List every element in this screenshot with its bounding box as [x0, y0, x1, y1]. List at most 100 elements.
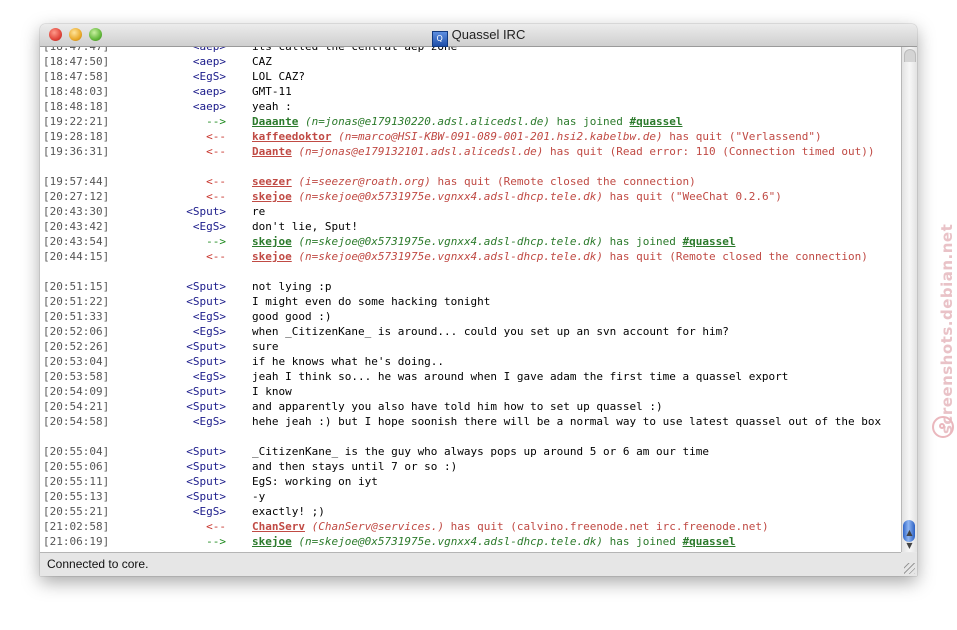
nick-link[interactable]: kaffeedoktor — [252, 130, 331, 143]
nick-link[interactable]: Daaante — [252, 115, 298, 128]
sender-nick[interactable]: <EgS> — [193, 414, 226, 429]
main-window: QQuassel IRC [18:47:47] <aep> its called t… — [40, 24, 917, 576]
timestamp: [20:53:58] — [43, 370, 110, 383]
message-text: skejoe (n=skejoe@0x5731975e.vgnxx4.adsl-… — [252, 234, 892, 249]
message-text: hehe jeah :) but I hope soonish there wi… — [252, 415, 882, 428]
message-text: skejoe (n=skejoe@0x5731975e.vgnxx4.adsl-… — [252, 534, 892, 549]
message-text: jeah I think so... he was around when I … — [252, 370, 789, 383]
sender-nick[interactable]: <Sput> — [186, 354, 226, 369]
nick-link[interactable]: skejoe — [252, 235, 292, 248]
window-title-group: Q Quassel IRC — [40, 27, 917, 47]
message-text: if he knows what he's doing.. — [252, 355, 445, 368]
scroll-up-arrow-icon[interactable]: ▲ — [902, 526, 917, 539]
timestamp: [20:51:15] — [43, 280, 110, 293]
timestamp: [20:43:42] — [43, 220, 110, 233]
message-text: and apparently you also have told him ho… — [252, 400, 663, 413]
chat-line: [21:06:19] --> skejoe (n=skejoe@0x5731975e… — [40, 534, 901, 549]
sender-nick[interactable]: <aep> — [193, 84, 226, 99]
sender-nick[interactable]: <aep> — [193, 47, 226, 54]
sender-nick[interactable]: <EgS> — [193, 504, 226, 519]
timestamp: [19:57:44] — [43, 175, 110, 188]
channel-link[interactable]: #quassel — [683, 535, 736, 548]
message-text: its called the central aep zone — [252, 47, 892, 54]
sender-nick[interactable]: <Sput> — [186, 279, 226, 294]
chat-line: [20:54:58] <EgS> hehe jeah :) but I hope s… — [40, 414, 901, 444]
timestamp: [19:28:18] — [43, 130, 110, 143]
event-action: has quit (calvino.freenode.net irc.freen… — [444, 520, 769, 533]
message-text: Daante (n=jonas@e179132101.adsl.alicedsl… — [252, 144, 892, 159]
channel-link[interactable]: #quassel — [683, 235, 736, 248]
chat-line: [19:57:44] <-- seezer (i=seezer@roath.org)… — [40, 174, 901, 189]
timestamp: [20:55:21] — [43, 505, 110, 518]
sender-nick[interactable]: <Sput> — [186, 474, 226, 489]
sender-nick[interactable]: <EgS> — [193, 369, 226, 384]
timestamp: [20:54:21] — [43, 400, 110, 413]
hostmask: (n=skejoe@0x5731975e.vgnxx4.adsl-dhcp.te… — [298, 235, 604, 248]
join-arrow-icon: --> — [206, 115, 226, 128]
chat-view[interactable]: [18:47:47] <aep> its called the central ae… — [40, 47, 901, 553]
sender-nick[interactable]: <EgS> — [193, 309, 226, 324]
quassel-app-icon: Q — [431, 31, 448, 47]
chat-line: [18:48:03] <aep> GMT-11 — [40, 84, 901, 99]
event-action: has quit ("Verlassend") — [662, 130, 822, 143]
sender-nick[interactable]: <Sput> — [186, 204, 226, 219]
event-action: has joined — [603, 535, 683, 548]
sender-nick[interactable]: <EgS> — [193, 324, 226, 339]
message-text: skejoe (n=skejoe@0x5731975e.vgnxx4.adsl-… — [252, 189, 892, 204]
scroll-down-arrow-icon[interactable]: ▼ — [902, 539, 917, 552]
sender-nick[interactable]: <aep> — [193, 99, 226, 114]
message-text: LOL CAZ? — [252, 70, 305, 83]
chat-line: [20:53:58] <EgS> jeah I think so... he was… — [40, 369, 901, 384]
timestamp: [20:52:06] — [43, 325, 110, 338]
timestamp: [21:02:58] — [43, 520, 110, 533]
message-text: _CitizenKane_ is the guy who always pops… — [252, 445, 709, 458]
chat-line: [20:51:22] <Sput> I might even do some hac… — [40, 294, 901, 309]
quit-arrow-icon: <-- — [206, 175, 226, 188]
timestamp: [20:44:15] — [43, 250, 110, 263]
sender-nick[interactable]: <Sput> — [186, 459, 226, 474]
hostmask: (ChanServ@services.) — [311, 520, 445, 533]
sender-nick[interactable]: <Sput> — [186, 489, 226, 504]
timestamp: [20:54:58] — [43, 415, 110, 428]
nick-link[interactable]: seezer — [252, 175, 292, 188]
nick-link[interactable]: skejoe — [252, 535, 292, 548]
channel-link[interactable]: #quassel — [630, 115, 683, 128]
chat-line: [20:43:30] <Sput> re — [40, 204, 901, 219]
timestamp: [18:48:18] — [43, 100, 110, 113]
timestamp: [19:36:31] — [43, 145, 110, 158]
sender-nick[interactable]: <Sput> — [186, 294, 226, 309]
hostmask: (n=skejoe@0x5731975e.vgnxx4.adsl-dhcp.te… — [298, 535, 604, 548]
nick-link[interactable]: ChanServ — [252, 520, 305, 533]
scrollbar-top-cap — [904, 49, 916, 62]
sender-nick[interactable]: <Sput> — [186, 399, 226, 414]
chat-line: [20:55:13] <Sput> -y — [40, 489, 901, 504]
message-text: EgS: working on iyt — [252, 475, 378, 488]
event-action: has quit (Read error: 110 (Connection ti… — [543, 145, 875, 158]
chat-line: [20:52:26] <Sput> sure — [40, 339, 901, 354]
message-text: yeah : — [252, 100, 292, 113]
message-text: don't lie, Sput! — [252, 220, 358, 233]
vertical-scrollbar[interactable]: ▲ ▼ — [901, 47, 917, 552]
sender-nick[interactable]: <aep> — [193, 54, 226, 69]
message-text: kaffeedoktor (n=marco@HSI-KBW-091-089-00… — [252, 129, 892, 144]
sender-nick[interactable]: <Sput> — [186, 444, 226, 459]
nick-link[interactable]: skejoe — [252, 250, 292, 263]
sender-nick[interactable]: <Sput> — [186, 339, 226, 354]
timestamp: [19:22:21] — [43, 115, 110, 128]
timestamp: [20:55:04] — [43, 445, 110, 458]
sender-nick[interactable]: <EgS> — [193, 69, 226, 84]
timestamp: [20:52:26] — [43, 340, 110, 353]
chat-line: [18:48:18] <aep> yeah : — [40, 99, 901, 114]
resize-grip-icon[interactable] — [904, 563, 915, 574]
timestamp: [20:55:11] — [43, 475, 110, 488]
nick-link[interactable]: skejoe — [252, 190, 292, 203]
chat-line: [18:47:50] <aep> CAZ — [40, 54, 901, 69]
message-text: good good :) — [252, 310, 332, 323]
title-bar[interactable]: Q Quassel IRC — [40, 24, 917, 47]
sender-nick[interactable]: <EgS> — [193, 219, 226, 234]
watermark-text: screenshots.debian.net — [938, 223, 956, 434]
sender-nick[interactable]: <Sput> — [186, 384, 226, 399]
nick-link[interactable]: Daante — [252, 145, 292, 158]
timestamp: [18:47:58] — [43, 70, 110, 83]
message-text: ChanServ (ChanServ@services.) has quit (… — [252, 519, 892, 534]
